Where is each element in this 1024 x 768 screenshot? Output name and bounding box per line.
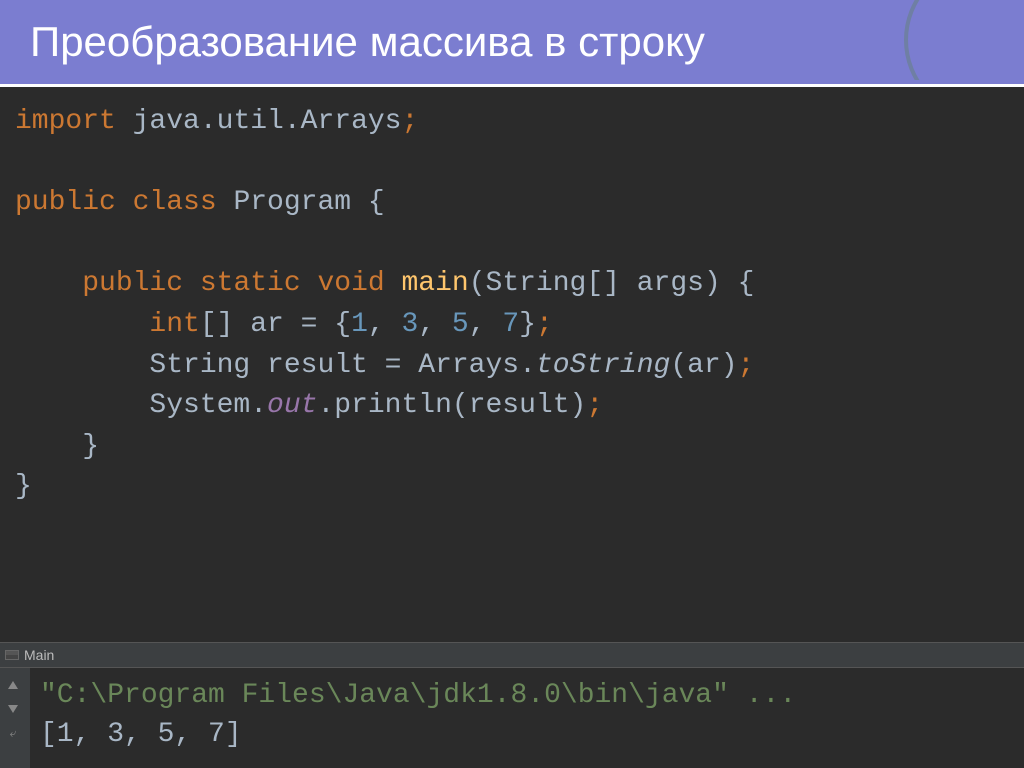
console-command-line: "C:\Program Files\Java\jdk1.8.0\bin\java… xyxy=(40,676,1014,715)
header-decoration xyxy=(904,0,1024,80)
arrow-up-icon[interactable] xyxy=(4,676,22,694)
run-tab-bar: Main xyxy=(0,642,1024,668)
run-config-icon xyxy=(5,650,19,660)
code-line-4 xyxy=(10,224,1014,265)
console-result-line: [1, 3, 5, 7] xyxy=(40,715,1014,754)
code-line-3: public class Program { xyxy=(10,183,1014,224)
code-line-8: System.out.println(result); xyxy=(10,386,1014,427)
slide-header: Преобразование массива в строку xyxy=(0,0,1024,87)
console-panel: ⤶ "C:\Program Files\Java\jdk1.8.0\bin\ja… xyxy=(0,668,1024,768)
slide-title: Преобразование массива в строку xyxy=(30,18,994,66)
code-line-6: int[] ar = {1, 3, 5, 7}; xyxy=(10,305,1014,346)
code-line-10: } xyxy=(10,467,1014,508)
code-line-1: import java.util.Arrays; xyxy=(10,102,1014,143)
arrow-down-icon[interactable] xyxy=(4,700,22,718)
code-line-2 xyxy=(10,143,1014,184)
code-line-5: public static void main(String[] args) { xyxy=(10,264,1014,305)
run-tab-label[interactable]: Main xyxy=(24,647,54,663)
wrap-icon[interactable]: ⤶ xyxy=(4,724,22,742)
code-line-9: } xyxy=(10,427,1014,468)
console-output[interactable]: "C:\Program Files\Java\jdk1.8.0\bin\java… xyxy=(30,668,1024,768)
console-gutter: ⤶ xyxy=(0,668,30,768)
code-line-7: String result = Arrays.toString(ar); xyxy=(10,346,1014,387)
code-editor[interactable]: import java.util.Arrays; public class Pr… xyxy=(0,87,1024,642)
